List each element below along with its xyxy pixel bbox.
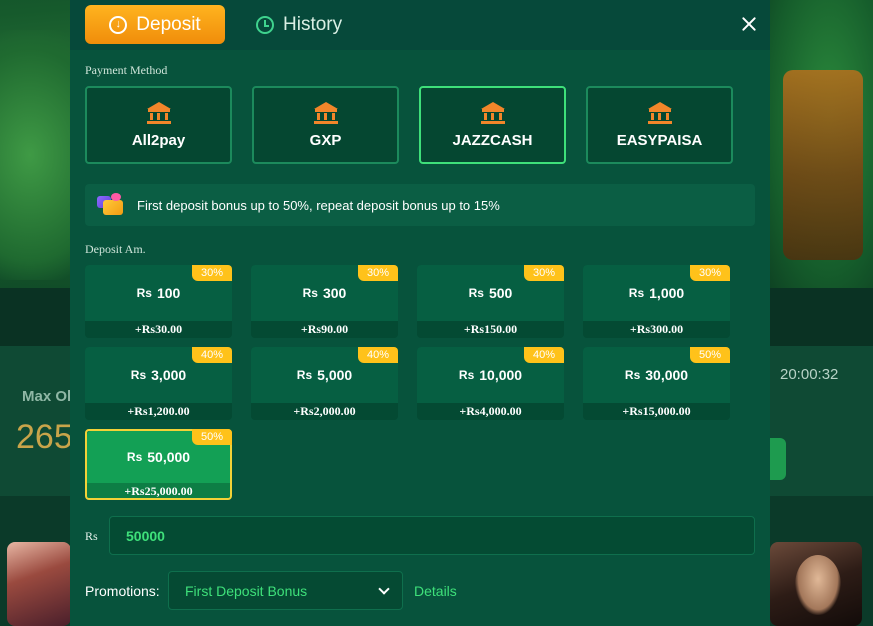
amount-bonus: +Rs30.00 (134, 322, 183, 336)
amount-option[interactable]: Rs 30,000 +Rs15,000.00 50% (583, 347, 730, 420)
payment-method-name: GXP (309, 131, 342, 149)
bonus-badge: 30% (524, 265, 564, 281)
amount-option[interactable]: Rs 300 +Rs90.00 30% (251, 265, 398, 338)
bonus-badge: 50% (192, 429, 232, 445)
payment-methods: All2pay GXP JAZZCASH EASYPAISA (85, 86, 733, 164)
amount-option-selected[interactable]: Rs 50,000 +Rs25,000.00 50% (85, 429, 232, 500)
gift-icon (97, 193, 127, 217)
amount-currency-label: Rs (85, 529, 98, 543)
amount-bonus: +Rs300.00 (629, 322, 684, 336)
amount-bonus: +Rs90.00 (300, 322, 349, 336)
amount-option[interactable]: Rs 10,000 +Rs4,000.00 40% (417, 347, 564, 420)
payment-method-name: JAZZCASH (452, 131, 533, 149)
amount-bonus: +Rs2,000.00 (293, 404, 356, 418)
treasure-chest-image (783, 70, 863, 260)
bonus-badge: 40% (524, 347, 564, 363)
payment-method-label: Payment Method (85, 63, 168, 77)
amount-input[interactable] (109, 516, 755, 555)
tab-history-label: History (283, 13, 343, 35)
amount-option[interactable]: Rs 5,000 +Rs2,000.00 40% (251, 347, 398, 420)
bonus-badge: 40% (358, 347, 398, 363)
promotions-selected-value: First Deposit Bonus (185, 582, 308, 599)
amount-bonus: +Rs15,000.00 (622, 404, 691, 418)
close-icon[interactable] (737, 12, 761, 36)
payment-method-gxp[interactable]: GXP (252, 86, 399, 164)
bonus-badge: 40% (192, 347, 232, 363)
amount-option[interactable]: Rs 500 +Rs150.00 30% (417, 265, 564, 338)
payment-method-easypaisa[interactable]: EASYPAISA (586, 86, 733, 164)
amount-bonus: +Rs25,000.00 (124, 484, 193, 498)
bonus-badge: 30% (358, 265, 398, 281)
promotions-select[interactable]: First Deposit Bonus (168, 571, 403, 610)
amount-option[interactable]: Rs 100 +Rs30.00 30% (85, 265, 232, 338)
promotions-label: Promotions: (85, 583, 160, 599)
payment-method-all2pay[interactable]: All2pay (85, 86, 232, 164)
payment-method-jazzcash[interactable]: JAZZCASH (419, 86, 566, 164)
bonus-badge: 30% (192, 265, 232, 281)
tab-deposit[interactable]: ↓ Deposit (85, 5, 225, 44)
chevron-down-icon (378, 583, 390, 595)
background-timer: 20:00:32 (780, 366, 839, 383)
bank-icon (647, 101, 672, 124)
game-thumbnail-left (7, 542, 71, 626)
background-max-value: 265 (16, 418, 73, 456)
game-thumbnail-right-face (795, 555, 841, 615)
modal-header: ↓ Deposit History (70, 0, 770, 50)
amount-bonus: +Rs4,000.00 (459, 404, 522, 418)
details-link[interactable]: Details (414, 583, 457, 599)
tab-deposit-label: Deposit (136, 13, 201, 35)
bank-icon (480, 101, 505, 124)
circle-down-icon: ↓ (109, 15, 128, 34)
payment-method-name: EASYPAISA (616, 131, 703, 149)
bank-icon (313, 101, 338, 124)
payment-method-name: All2pay (131, 131, 186, 149)
bonus-banner: First deposit bonus up to 50%, repeat de… (85, 184, 755, 226)
clock-icon (256, 15, 274, 34)
tab-history[interactable]: History (256, 5, 342, 44)
deposit-amount-label: Deposit Am. (85, 242, 146, 256)
bonus-badge: 30% (690, 265, 730, 281)
bonus-badge: 50% (690, 347, 730, 363)
amount-option[interactable]: Rs 1,000 +Rs300.00 30% (583, 265, 730, 338)
amount-option[interactable]: Rs 3,000 +Rs1,200.00 40% (85, 347, 232, 420)
background-max-label: Max Ol (22, 388, 72, 405)
amount-bonus: +Rs150.00 (463, 322, 518, 336)
background-green-button (770, 438, 786, 480)
amount-bonus: +Rs1,200.00 (127, 404, 190, 418)
bank-icon (146, 101, 171, 124)
deposit-modal: ↓ Deposit History Payment Method All2pay… (70, 0, 770, 626)
bonus-text: First deposit bonus up to 50%, repeat de… (137, 197, 500, 213)
